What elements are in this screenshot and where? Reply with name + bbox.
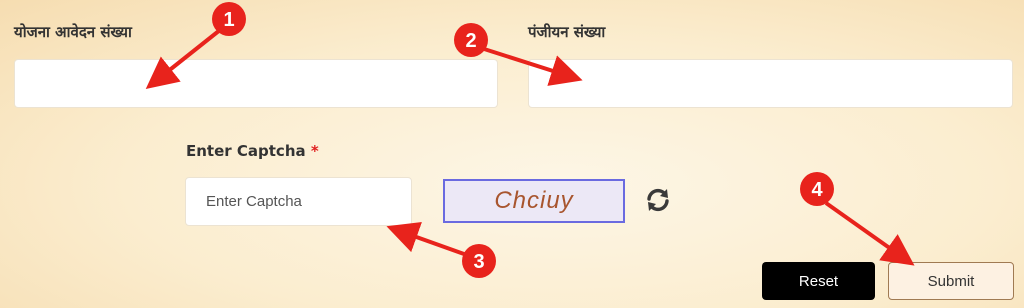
registration-number-input[interactable] — [529, 60, 1012, 107]
badge-3-number: 3 — [473, 251, 484, 273]
badge-4-number: 4 — [811, 179, 823, 201]
required-mark: * — [310, 142, 319, 160]
annotation-badge-2: 2 — [454, 23, 488, 57]
registration-number-label: पंजीयन संख्या — [528, 23, 606, 41]
application-number-field[interactable] — [14, 59, 498, 108]
captcha-image-text: Chciuy — [494, 187, 574, 214]
annotation-badge-1: 1 — [212, 2, 246, 36]
badge-1-number: 1 — [223, 9, 234, 31]
captcha-input[interactable] — [186, 178, 411, 225]
submit-button[interactable]: Submit — [888, 262, 1014, 300]
reset-button[interactable]: Reset — [762, 262, 875, 300]
refresh-icon[interactable] — [644, 186, 672, 214]
annotation-arrow-3 — [386, 222, 465, 256]
annotation-badge-3: 3 — [462, 244, 496, 278]
annotation-badge-4: 4 — [800, 172, 834, 206]
application-number-input[interactable] — [15, 60, 497, 107]
captcha-label-text: Enter Captcha — [186, 142, 306, 160]
captcha-image: Chciuy — [443, 179, 625, 223]
captcha-field[interactable] — [185, 177, 412, 226]
application-number-label: योजना आवेदन संख्या — [14, 23, 132, 41]
annotation-arrow-4 — [824, 201, 915, 266]
captcha-label: Enter Captcha * — [186, 142, 319, 160]
registration-number-field[interactable] — [528, 59, 1013, 108]
badge-2-number: 2 — [465, 30, 476, 52]
